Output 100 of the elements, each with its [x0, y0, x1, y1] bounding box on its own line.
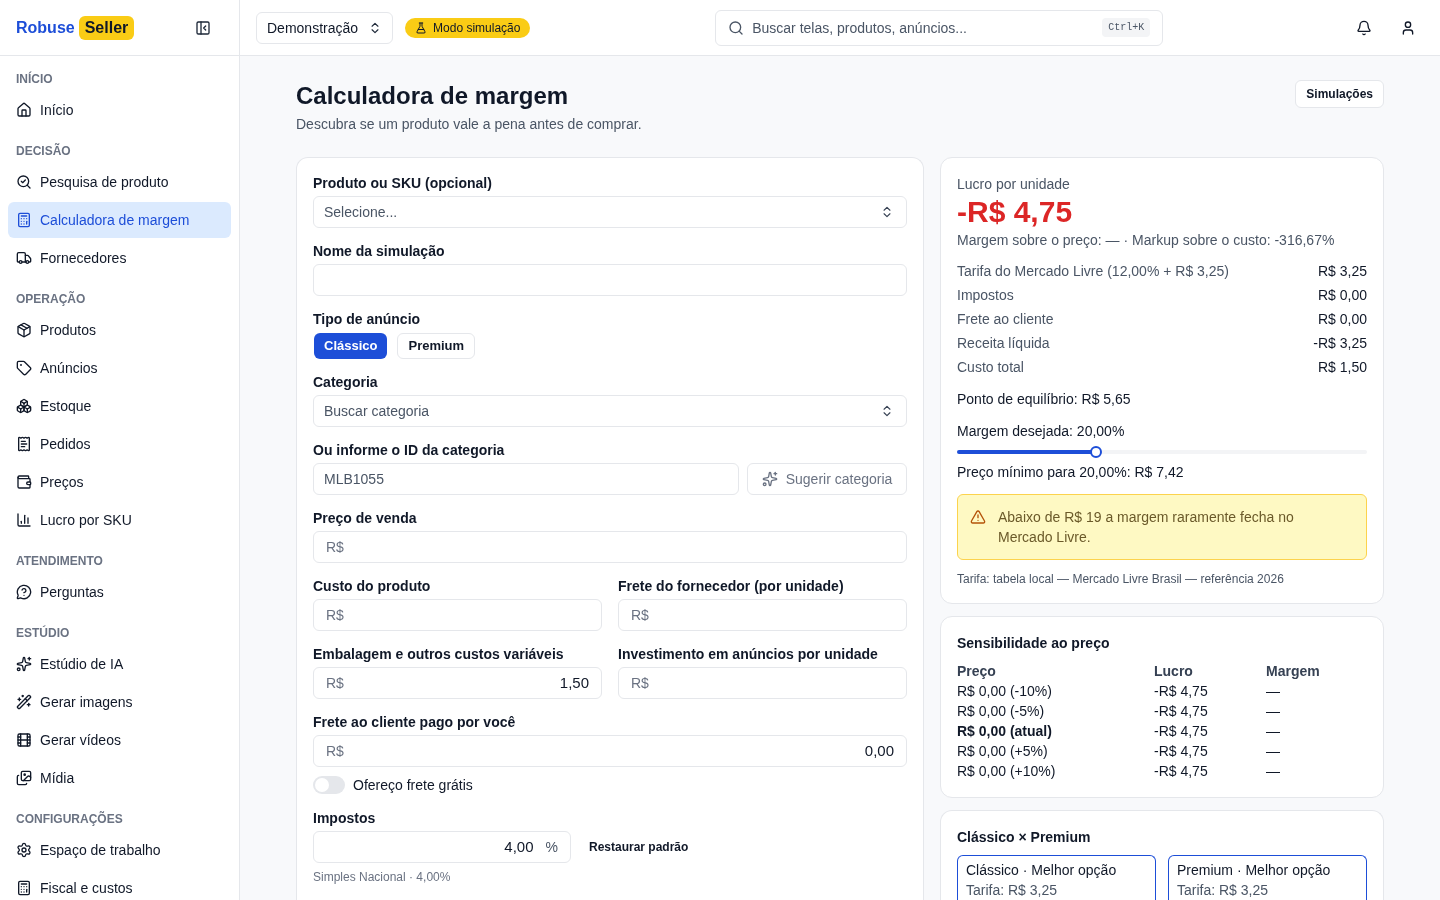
nav-item[interactable]: Estoque [8, 388, 231, 424]
table-cell-text: — [1266, 702, 1281, 721]
breakdown-value: R$ 3,25 [1317, 262, 1367, 281]
text-input[interactable]: MLB1055 [313, 463, 739, 495]
nav-item[interactable]: Fornecedores [8, 240, 231, 276]
min-price-text: Preço mínimo para 20,00%: R$ 7,42 [957, 463, 1185, 482]
nav-item[interactable]: Lucro por SKU [8, 502, 231, 538]
select-field[interactable]: Selecione... [313, 196, 907, 228]
page-subtitle: Descubra se um produto vale a pena antes de comprar. [296, 115, 642, 134]
breakdown-label: Frete ao cliente [957, 310, 1054, 329]
field-label: Preço de venda [313, 509, 418, 528]
nav-item[interactable]: Produtos [8, 312, 231, 348]
nav-item[interactable]: Gerar vídeos [8, 722, 231, 758]
flask-icon [415, 21, 428, 34]
table-cell-text: R$ 0,00 (-5%) [957, 702, 1046, 721]
text-input[interactable] [313, 264, 907, 296]
breakdown-label: Receita líquida [957, 334, 1050, 353]
slider-thumb[interactable] [1090, 446, 1103, 458]
nav-item[interactable]: Espaço de trabalho [8, 832, 231, 868]
toggle-switch[interactable] [313, 776, 345, 794]
option-fee: Tarifa: R$ 3,25 [966, 881, 1059, 900]
money-input[interactable]: R$ [618, 599, 907, 631]
nav-item[interactable]: Gerar imagens [8, 684, 231, 720]
breakdown-label: Tarifa do Mercado Livre (12,00% + R$ 3,25) [957, 262, 1229, 281]
receipt-icon [16, 436, 32, 452]
margin-slider[interactable] [957, 446, 1367, 458]
option-card[interactable]: Clássico · Melhor opção Tarifa: R$ 3,25 [957, 855, 1156, 900]
nav-item[interactable]: Pesquisa de produto [8, 164, 231, 200]
option-title: Premium · Melhor opção [1177, 861, 1332, 880]
section-heading: INÍCIO [15, 71, 54, 87]
magic-wand-icon [16, 694, 32, 710]
money-input[interactable]: R$ [618, 667, 907, 699]
workspace-selector[interactable]: Demonstração [256, 11, 394, 44]
breakdown-value: -R$ 3,25 [1313, 334, 1367, 353]
table-cell-text: — [1266, 722, 1281, 741]
settings-icon [16, 842, 32, 858]
shortcut-key: Ctrl+K [1102, 18, 1151, 37]
field-label: Frete ao cliente pago por você [313, 713, 517, 732]
column-header: Preço [957, 662, 997, 681]
money-input[interactable]: R$ 1,50 [313, 667, 602, 699]
search-field[interactable]: Buscar telas, produtos, anúncios... Ctrl+K [715, 9, 1164, 46]
nav-item[interactable]: Calculadora de margem [8, 202, 231, 238]
table-cell-text: — [1266, 742, 1281, 761]
bell-icon [1356, 19, 1372, 36]
table-cell-text: R$ 0,00 (+5%) [957, 742, 1049, 761]
money-input[interactable]: R$ [313, 531, 907, 563]
section-heading: DECISÃO [15, 143, 72, 159]
column-header: Margem [1266, 662, 1321, 681]
bar-chart-icon [16, 512, 32, 528]
nav-item[interactable]: Perguntas [8, 574, 231, 610]
field-label: Investimento em anúncios por unidade [618, 645, 879, 664]
field-label: Custo do produto [313, 577, 432, 596]
table-cell-text: -R$ 4,75 [1154, 762, 1209, 781]
table-cell-text: R$ 0,00 (-10%) [957, 682, 1053, 701]
page-title: Calculadora de margem [296, 81, 570, 111]
restore-default-button[interactable]: Restaurar padrão [581, 831, 697, 863]
nav-item[interactable]: Preços [8, 464, 231, 500]
warning-icon [970, 509, 986, 525]
wallet-icon [16, 474, 32, 490]
package-icon [16, 322, 32, 338]
money-input[interactable]: R$ [313, 599, 602, 631]
sparkles-icon [761, 471, 778, 487]
nav-item[interactable]: Estúdio de IA [8, 646, 231, 682]
mode-badge: Modo simulação [405, 17, 531, 38]
house-icon [16, 102, 32, 118]
table-cell-text: — [1266, 682, 1281, 701]
table-cell-text: -R$ 4,75 [1154, 682, 1209, 701]
simulations-button[interactable]: Simulações [1295, 80, 1384, 108]
tag-icon [16, 360, 32, 376]
option-card[interactable]: Premium · Melhor opção Tarifa: R$ 3,25 [1168, 855, 1367, 900]
break-even-text: Ponto de equilíbrio: R$ 5,65 [957, 390, 1132, 409]
nav-item[interactable]: Anúncios [8, 350, 231, 386]
images-icon [16, 770, 32, 786]
search-icon [728, 19, 745, 36]
toggle-label: Ofereço frete grátis [353, 776, 473, 795]
film-icon [16, 732, 32, 748]
card-title: Sensibilidade ao preço [957, 634, 1111, 653]
brand-badge: Seller [78, 15, 135, 40]
percent-input[interactable]: 4,00 % [313, 831, 571, 863]
magnifier-check-icon [16, 174, 32, 190]
ratios-text: Margem sobre o preço: — · Markup sobre o custo: -316,67% [957, 231, 1336, 250]
table-cell-text: -R$ 4,75 [1154, 702, 1209, 721]
money-input[interactable]: R$ 0,00 [313, 735, 907, 767]
column-header: Lucro [1154, 662, 1194, 681]
listing-type-tab[interactable]: Premium [397, 333, 476, 359]
nav-item[interactable]: Início [8, 92, 231, 128]
table-cell-text: R$ 0,00 (+10%) [957, 762, 1057, 781]
nav-item[interactable]: Pedidos [8, 426, 231, 462]
calculator-icon [16, 880, 32, 896]
listing-type-tab[interactable]: Clássico [314, 333, 388, 359]
section-heading: ESTÚDIO [15, 625, 71, 641]
nav-item[interactable]: Mídia [8, 760, 231, 796]
nav-item[interactable]: Fiscal e custos [8, 870, 231, 900]
field-label: Tipo de anúncio [313, 310, 422, 329]
field-label: Categoria [313, 373, 379, 392]
breakdown-label: Impostos [957, 286, 1014, 305]
warning-text: Abaixo de R$ 19 a margem raramente fecha no Mercado Livre. [998, 508, 1295, 547]
select-field[interactable]: Buscar categoria [313, 395, 907, 427]
source-note: Tarifa: tabela local — Mercado Livre Brasil — referência 2026 [957, 571, 1285, 587]
result-label: Lucro por unidade [957, 175, 1071, 194]
